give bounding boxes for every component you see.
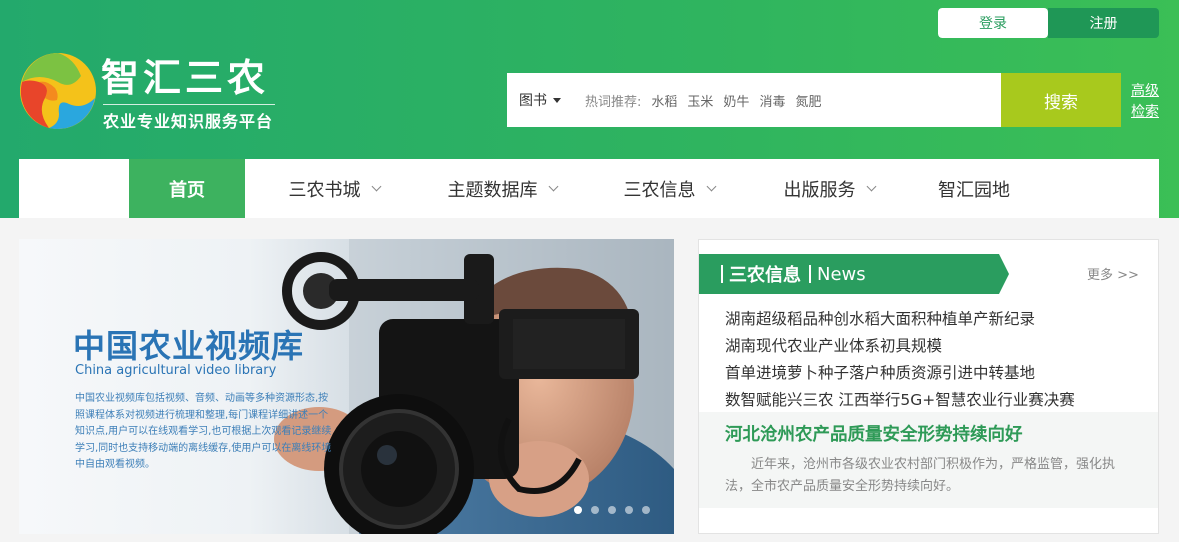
- hot-words: 热词推荐: 水稻 玉米 奶牛 消毒 氮肥: [585, 73, 821, 127]
- logo-title: 智汇三农: [101, 56, 270, 100]
- carousel-dot[interactable]: [642, 506, 650, 514]
- nav-item-label: 智汇园地: [938, 179, 1010, 201]
- site-logo[interactable]: 智汇三农 农业专业知识服务平台: [19, 52, 279, 132]
- news-list: 湖南超级稻品种创水稻大面积种植单产新纪录 湖南现代农业产业体系初具规模 首单进境…: [725, 306, 1075, 414]
- advanced-search-link[interactable]: 高级检索: [1131, 81, 1165, 123]
- login-button[interactable]: 登录: [938, 8, 1048, 38]
- banner-carousel[interactable]: 中国农业视频库 China agricultural video library…: [19, 239, 674, 534]
- news-item[interactable]: 首单进境萝卜种子落户种质资源引进中转基地: [725, 360, 1075, 387]
- logo-subtitle: 农业专业知识服务平台: [103, 112, 274, 131]
- banner-title: 中国农业视频库: [73, 327, 305, 365]
- nav-item-bookstore[interactable]: 三农书城: [269, 159, 399, 218]
- news-panel: 三农信息 News 更多 >> 湖南超级稻品种创水稻大面积种植单产新纪录 湖南现…: [698, 239, 1159, 534]
- news-item[interactable]: 湖南超级稻品种创水稻大面积种植单产新纪录: [725, 306, 1075, 333]
- search-type-select[interactable]: 图书: [519, 73, 561, 127]
- news-header: 三农信息 News: [699, 254, 1009, 294]
- hot-word[interactable]: 奶牛: [723, 91, 749, 110]
- chevron-down-icon: [866, 181, 876, 191]
- logo-divider: [103, 104, 275, 105]
- search-button[interactable]: 搜索: [1001, 73, 1121, 127]
- news-title-cn: 三农信息: [729, 265, 801, 286]
- news-more-link[interactable]: 更多 >>: [1087, 264, 1139, 283]
- featured-news-summary: 近年来，沧州市各级农业农村部门积极作为，严格监管，强化执法，全市农产品质量安全形…: [725, 457, 1116, 494]
- hot-word[interactable]: 水稻: [651, 91, 677, 110]
- nav-item-info[interactable]: 三农信息: [604, 159, 734, 218]
- hot-word[interactable]: 氮肥: [795, 91, 821, 110]
- featured-news-title[interactable]: 河北沧州农产品质量安全形势持续向好: [725, 421, 1023, 446]
- banner-camera-photo: [274, 239, 674, 534]
- nav-item-label: 三农书城: [288, 179, 361, 201]
- news-item[interactable]: 数智赋能兴三农 江西举行5G+智慧农业行业赛决赛: [725, 387, 1075, 414]
- carousel-dot[interactable]: [608, 506, 616, 514]
- carousel-indicators: [574, 506, 659, 514]
- nav-item-label: 主题数据库: [447, 179, 538, 201]
- title-bar: [809, 265, 811, 283]
- main-nav: 首页 三农书城 主题数据库 三农信息 出版服务 智汇园地: [19, 159, 1159, 218]
- hot-words-label: 热词推荐:: [585, 94, 642, 110]
- carousel-dot[interactable]: [591, 506, 599, 514]
- register-button[interactable]: 注册: [1048, 8, 1159, 38]
- nav-item-label: 三农信息: [623, 179, 696, 201]
- nav-item-label: 首页: [169, 179, 205, 201]
- search-bar: 图书 热词推荐: 水稻 玉米 奶牛 消毒 氮肥 搜索: [507, 73, 1121, 127]
- banner-subtitle: China agricultural video library: [75, 363, 277, 378]
- chevron-down-icon: [371, 181, 381, 191]
- caret-down-icon: [553, 97, 561, 103]
- carousel-dot[interactable]: [574, 506, 582, 514]
- nav-item-databases[interactable]: 主题数据库: [427, 159, 577, 218]
- carousel-dot[interactable]: [625, 506, 633, 514]
- featured-news: 河北沧州农产品质量安全形势持续向好 近年来，沧州市各级农业农村部门积极作为，严格…: [699, 412, 1158, 508]
- logo-mark-icon: [20, 53, 96, 129]
- search-type-label: 图书: [519, 93, 547, 109]
- hot-word[interactable]: 消毒: [759, 91, 785, 110]
- chevron-down-icon: [706, 181, 716, 191]
- news-title: 三农信息 News: [721, 254, 866, 294]
- hot-word[interactable]: 玉米: [687, 91, 713, 110]
- news-title-en: News: [817, 263, 866, 285]
- nav-item-home[interactable]: 首页: [129, 159, 245, 218]
- news-item[interactable]: 湖南现代农业产业体系初具规模: [725, 333, 1075, 360]
- auth-switch: 登录 注册: [938, 8, 1159, 38]
- title-bar: [721, 265, 723, 283]
- chevron-down-icon: [548, 181, 558, 191]
- nav-item-garden[interactable]: 智汇园地: [924, 159, 1024, 218]
- banner-description: 中国农业视频库包括视频、音频、动画等多种资源形态,按照课程体系对视频进行梳理和整…: [75, 393, 332, 470]
- nav-item-publishing[interactable]: 出版服务: [764, 159, 894, 218]
- nav-item-label: 出版服务: [783, 179, 856, 201]
